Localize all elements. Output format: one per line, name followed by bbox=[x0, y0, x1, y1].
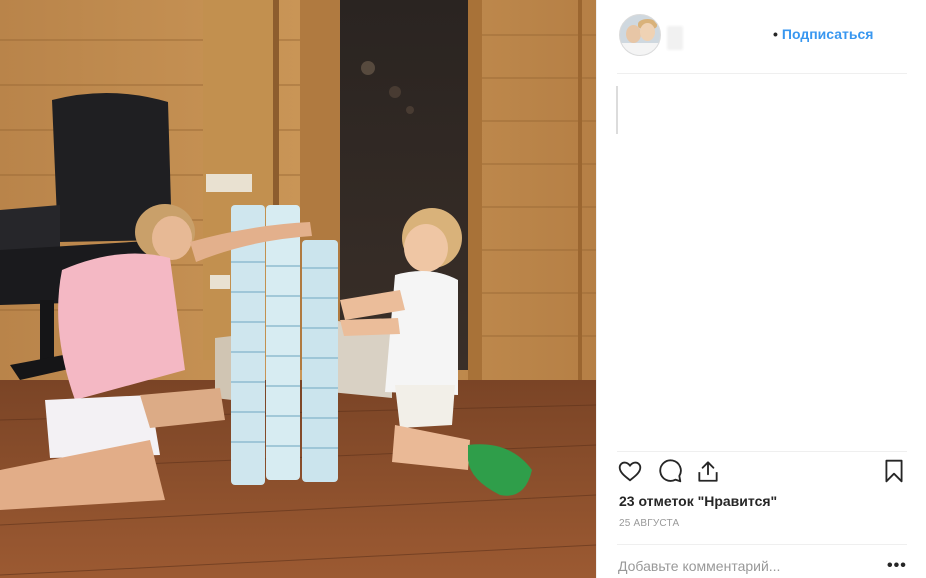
divider bbox=[617, 73, 907, 74]
comment-icon bbox=[659, 459, 682, 483]
like-button[interactable] bbox=[617, 458, 645, 486]
username-blurred[interactable] bbox=[667, 26, 683, 50]
post-date[interactable]: 25 АВГУСТА bbox=[619, 518, 679, 529]
divider bbox=[617, 544, 907, 545]
post-photo-image bbox=[0, 0, 596, 578]
follow-label: Подписаться bbox=[781, 26, 874, 42]
follow-separator: • bbox=[773, 26, 778, 42]
heart-icon bbox=[618, 461, 642, 482]
share-button[interactable] bbox=[695, 458, 723, 486]
avatar-face bbox=[626, 25, 641, 43]
avatar[interactable] bbox=[619, 14, 661, 56]
avatar-face bbox=[640, 23, 655, 41]
share-icon bbox=[698, 461, 718, 482]
more-options-icon[interactable]: ••• bbox=[887, 556, 907, 576]
divider bbox=[617, 451, 907, 452]
caption-area bbox=[616, 86, 618, 134]
comment-input[interactable] bbox=[618, 556, 858, 576]
post-sidebar: • Подписаться 23 отметок "Нравится" 25 А… bbox=[596, 0, 926, 578]
action-bar bbox=[617, 458, 909, 488]
bookmark-icon bbox=[885, 459, 903, 483]
save-button[interactable] bbox=[881, 458, 909, 486]
follow-button[interactable]: • Подписаться bbox=[773, 26, 873, 42]
post-photo[interactable] bbox=[0, 0, 596, 578]
post-header: • Подписаться bbox=[617, 14, 907, 58]
avatar-shirt bbox=[620, 43, 660, 55]
comment-button[interactable] bbox=[657, 458, 685, 486]
likes-count[interactable]: 23 отметок "Нравится" bbox=[619, 493, 777, 509]
